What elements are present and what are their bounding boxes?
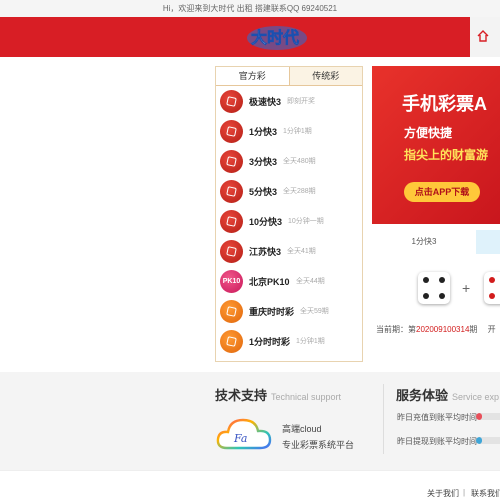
tab-traditional-lottery[interactable]: 传统彩 <box>289 67 362 85</box>
lottery-schedule: 全天44期 <box>296 278 325 285</box>
dice-icon <box>418 272 450 304</box>
site-header: 大时代 <box>0 17 500 57</box>
lottery-schedule: 10分钟一期 <box>288 218 324 225</box>
withdraw-time-bar <box>476 437 500 444</box>
lottery-name: 1分快3 <box>249 127 278 137</box>
current-period: 当前期：第202009100314期 开 <box>376 324 496 335</box>
support-title-en: Technical support <box>271 392 342 402</box>
deposit-time-bar <box>476 413 500 420</box>
tab-draw-1min-k3[interactable]: 1分快3 <box>372 230 476 254</box>
dice-glyph <box>226 186 237 197</box>
top-welcome-bar: Hi，欢迎来到大时代 出租 搭建联系QQ 69240521 <box>0 0 500 17</box>
lottery-schedule: 1分钟1期 <box>296 338 325 345</box>
lottery-schedule: 全天288期 <box>283 188 316 195</box>
support-title: 技术支持 Technical support <box>215 388 342 403</box>
logo-text: 大时代 <box>251 28 299 47</box>
lottery-item[interactable]: 10分快3 10分钟一期 <box>216 206 362 236</box>
dice-glyph <box>226 246 237 257</box>
draw-tabs: 1分快3 <box>372 230 500 254</box>
dice-glyph <box>226 216 237 227</box>
ssc-icon <box>220 300 243 323</box>
lottery-item[interactable]: 3分快3 全天480期 <box>216 146 362 176</box>
cloud-name: 高端cloud <box>282 424 322 434</box>
lottery-schedule: 全天480期 <box>283 158 316 165</box>
draw-result-panel: 1分快3 + 当前期：第202009100314期 开 <box>372 230 500 362</box>
header-nav[interactable] <box>470 17 500 57</box>
home-icon[interactable] <box>476 29 490 43</box>
cloud-slogan: 专业彩票系统平台 <box>282 440 355 450</box>
info-section: 技术支持 Technical support Fa 高端cloud 专业彩票系统平… <box>0 372 500 470</box>
lottery-name: 北京PK10 <box>249 277 290 287</box>
banner-slogan: 指尖上的财富游 <box>404 148 489 162</box>
period-number: 202009100314 <box>416 325 470 334</box>
dice-icon <box>220 240 243 263</box>
lottery-tabs: 官方彩 传统彩 <box>216 67 362 86</box>
period-suffix: 期 <box>469 325 478 334</box>
tab-official-lottery[interactable]: 官方彩 <box>216 67 290 85</box>
lottery-item[interactable]: 重庆时时彩 全天59期 <box>216 296 362 326</box>
period-label: 当前期：第 <box>376 325 416 334</box>
lottery-panel: 官方彩 传统彩 极速快3 即刻开奖 1分快3 1分钟1期 3分快3 全天480期 5分快3 全… <box>215 66 363 362</box>
lottery-item[interactable]: 极速快3 即刻开奖 <box>216 86 362 116</box>
footer-link-contact[interactable]: 联系我们 <box>471 488 500 499</box>
dice-glyph <box>226 126 237 137</box>
tab-draw-other[interactable] <box>476 230 500 254</box>
lottery-name: 重庆时时彩 <box>249 307 295 317</box>
withdraw-time-label: 昨日提现到账平均时间 <box>397 437 477 446</box>
welcome-text: Hi，欢迎来到大时代 出租 搭建联系QQ 69240521 <box>162 4 338 13</box>
dice-glyph <box>226 96 237 107</box>
lottery-schedule: 全天59期 <box>300 308 329 315</box>
dice-icon <box>484 272 500 304</box>
lottery-item[interactable]: 1分时时彩 1分钟1期 <box>216 326 362 356</box>
lottery-name: 10分快3 <box>249 217 283 227</box>
pk10-icon: PK10 <box>220 270 243 293</box>
lottery-name: 极速快3 <box>249 97 282 107</box>
lottery-schedule: 全天41期 <box>287 248 316 255</box>
dice-icon <box>220 180 243 203</box>
site-logo[interactable]: 大时代 <box>245 21 309 53</box>
ssc-icon <box>220 330 243 353</box>
service-title-en: Service exp <box>452 392 500 402</box>
banner-title: 手机彩票A <box>402 94 487 114</box>
lottery-name: 江苏快3 <box>249 247 282 257</box>
lottery-schedule: 1分钟1期 <box>283 128 312 135</box>
period-extra: 开 <box>487 325 496 334</box>
dice-glyph <box>226 156 237 167</box>
withdraw-time-fill <box>476 437 482 444</box>
lottery-item[interactable]: 5分快3 全天288期 <box>216 176 362 206</box>
dice-glyph <box>226 336 237 347</box>
dice-icon <box>220 150 243 173</box>
dice-glyph <box>226 306 237 317</box>
footer-link-about[interactable]: 关于我们 <box>427 488 459 499</box>
dice-icon <box>220 120 243 143</box>
plus-sign: + <box>462 280 471 296</box>
app-download-banner[interactable]: 手机彩票A 方便快捷 指尖上的财富游 点击APP下载 <box>372 66 500 224</box>
page: Hi，欢迎来到大时代 出租 搭建联系QQ 69240521 大时代 官方彩 传统… <box>0 0 500 500</box>
cloud-logo-icon: Fa <box>216 418 272 450</box>
dice-icon <box>220 90 243 113</box>
lottery-item[interactable]: 江苏快3 全天41期 <box>216 236 362 266</box>
footer-separator: | <box>463 488 466 497</box>
lottery-schedule: 即刻开奖 <box>287 98 315 105</box>
dice-icon <box>220 210 243 233</box>
cloud-logo-text: Fa <box>233 432 247 445</box>
lottery-name: 3分快3 <box>249 157 278 167</box>
lottery-name: 1分时时彩 <box>249 337 291 347</box>
lottery-list: 极速快3 即刻开奖 1分快3 1分钟1期 3分快3 全天480期 5分快3 全天288期 10分… <box>216 86 362 356</box>
section-divider <box>383 384 384 454</box>
lottery-item[interactable]: PK10 北京PK10 全天44期 <box>216 266 362 296</box>
service-title: 服务体验 Service exp <box>396 388 500 403</box>
banner-subtitle: 方便快捷 <box>404 126 453 140</box>
app-download-button[interactable]: 点击APP下载 <box>404 182 480 202</box>
lottery-item[interactable]: 1分快3 1分钟1期 <box>216 116 362 146</box>
deposit-time-label: 昨日充值到账平均时间 <box>397 413 477 422</box>
deposit-time-fill <box>476 413 482 420</box>
site-footer: 关于我们 | 联系我们 <box>0 470 500 500</box>
lottery-name: 5分快3 <box>249 187 278 197</box>
